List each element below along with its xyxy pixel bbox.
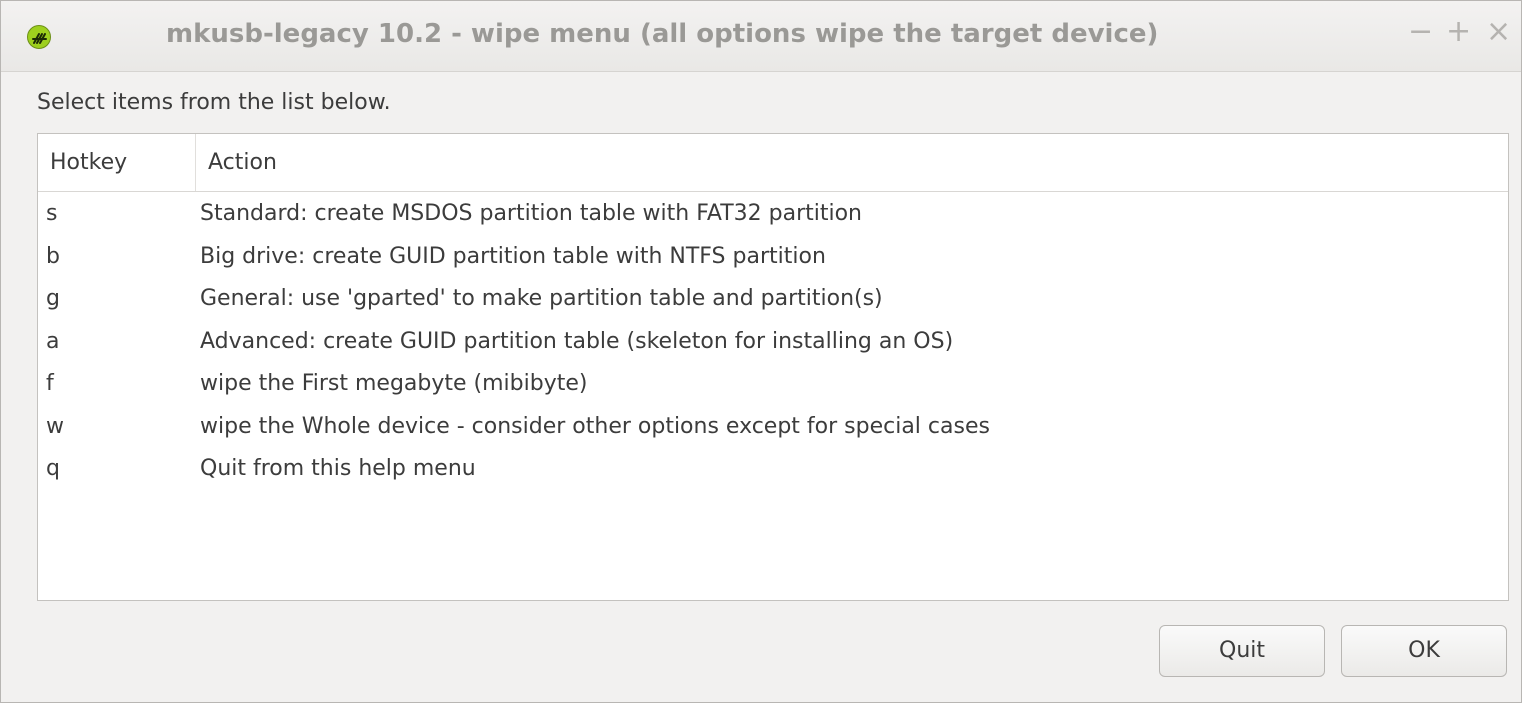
close-button[interactable]: × (1486, 17, 1511, 47)
hotkey-cell: w (46, 413, 64, 439)
list-row-g[interactable]: g General: use 'gparted' to make partiti… (38, 277, 1508, 320)
list-header: Hotkey Action (38, 134, 1508, 192)
list-row-s[interactable]: s Standard: create MSDOS partition table… (38, 192, 1508, 235)
list-row-w[interactable]: w wipe the Whole device - consider other… (38, 405, 1508, 448)
column-header-hotkey[interactable]: Hotkey (50, 150, 127, 175)
column-header-action[interactable]: Action (208, 150, 277, 175)
list-row-f[interactable]: f wipe the First megabyte (mibibyte) (38, 362, 1508, 405)
hotkey-cell: b (46, 243, 60, 269)
list-rows: s Standard: create MSDOS partition table… (38, 192, 1508, 490)
title-bar[interactable]: mkusb-legacy 10.2 - wipe menu (all optio… (1, 1, 1521, 72)
list-row-q[interactable]: q Quit from this help menu (38, 447, 1508, 490)
action-cell: General: use 'gparted' to make partition… (200, 286, 883, 311)
hotkey-cell: f (46, 371, 54, 396)
maximize-button[interactable]: + (1446, 17, 1471, 47)
minimize-button[interactable]: − (1408, 17, 1433, 47)
window-title: mkusb-legacy 10.2 - wipe menu (all optio… (166, 19, 1159, 49)
hotkey-cell: g (46, 286, 60, 311)
list-row-a[interactable]: a Advanced: create GUID partition table … (38, 320, 1508, 363)
hotkey-cell: q (46, 456, 60, 481)
app-icon (27, 25, 51, 49)
dialog-window: mkusb-legacy 10.2 - wipe menu (all optio… (0, 0, 1522, 703)
hotkey-cell: s (46, 201, 58, 226)
action-cell: Big drive: create GUID partition table w… (200, 243, 826, 269)
list-row-b[interactable]: b Big drive: create GUID partition table… (38, 235, 1508, 278)
hotkey-cell: a (46, 328, 60, 354)
action-cell: Standard: create MSDOS partition table w… (200, 201, 862, 226)
action-cell: Quit from this help menu (200, 456, 476, 481)
column-divider[interactable] (195, 134, 196, 191)
action-cell: wipe the First megabyte (mibibyte) (200, 371, 588, 396)
prompt-text: Select items from the list below. (37, 90, 391, 115)
quit-button[interactable]: Quit (1159, 625, 1325, 677)
action-cell: Advanced: create GUID partition table (s… (200, 328, 954, 354)
option-list[interactable]: Hotkey Action s Standard: create MSDOS p… (37, 133, 1509, 601)
ok-button[interactable]: OK (1341, 625, 1507, 677)
action-cell: wipe the Whole device - consider other o… (200, 413, 990, 439)
